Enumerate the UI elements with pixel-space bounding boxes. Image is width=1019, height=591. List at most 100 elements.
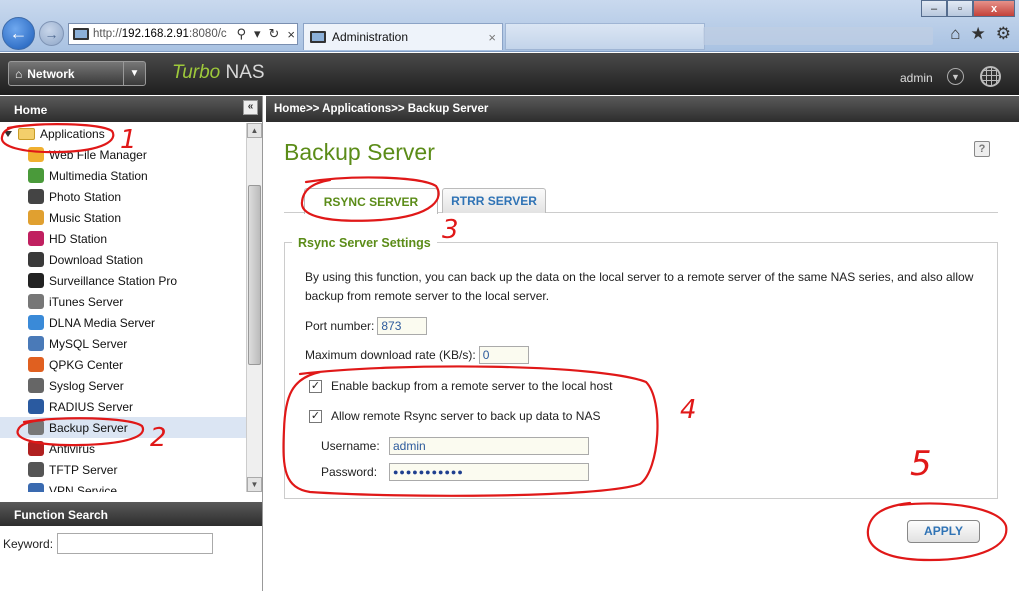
browser-tab-label: Administration <box>332 30 409 44</box>
url-prefix: http:// <box>93 28 122 40</box>
close-window-button[interactable]: x <box>973 0 1015 17</box>
scroll-up-icon[interactable]: ▲ <box>247 123 262 138</box>
sidebar-item-surveillance-station-pro[interactable]: Surveillance Station Pro <box>0 270 246 291</box>
maximize-button[interactable]: ▫ <box>947 0 973 17</box>
sidebar-item-syslog-server[interactable]: Syslog Server <box>0 375 246 396</box>
qpkg-icon <box>28 357 44 372</box>
multimedia-icon <box>28 168 44 183</box>
sidebar-item-label: Music Station <box>49 210 122 225</box>
scroll-thumb[interactable] <box>248 185 261 365</box>
sidebar-item-itunes-server[interactable]: iTunes Server <box>0 291 246 312</box>
page-title: Backup Server <box>284 139 435 165</box>
camera-icon <box>28 273 44 288</box>
tree-item-applications[interactable]: Applications <box>0 123 246 144</box>
backup-icon <box>28 420 44 435</box>
password-label: Password: <box>321 465 378 479</box>
sidebar-item-multimedia-station[interactable]: Multimedia Station <box>0 165 246 186</box>
apple-icon <box>28 294 44 309</box>
navigation-tree: Applications Web File Manager Multimedia … <box>0 123 246 492</box>
sidebar-item-download-station[interactable]: Download Station <box>0 249 246 270</box>
scroll-down-icon[interactable]: ▼ <box>247 477 262 492</box>
sidebar-item-antivirus[interactable]: Antivirus <box>0 438 246 459</box>
chevron-down-icon[interactable]: ▼ <box>123 62 145 85</box>
sidebar-item-label: MySQL Server <box>49 336 128 351</box>
sidebar-item-label: iTunes Server <box>49 294 124 309</box>
address-bar[interactable]: http://192.168.2.91:8080/c ⚲ ▾ ↻ × <box>68 23 298 45</box>
password-input[interactable]: ●●●●●●●●●●● <box>389 463 589 481</box>
sidebar-item-mysql-server[interactable]: MySQL Server <box>0 333 246 354</box>
sidebar-item-label: TFTP Server <box>49 462 118 477</box>
tab-rtrr-server[interactable]: RTRR SERVER <box>442 188 546 213</box>
sidebar-item-music-station[interactable]: Music Station <box>0 207 246 228</box>
refresh-icon[interactable]: ↻ <box>267 26 282 42</box>
help-icon[interactable]: ? <box>974 141 990 157</box>
settings-description: By using this function, you can back up … <box>305 270 974 303</box>
keyword-input[interactable] <box>57 533 214 554</box>
radius-icon <box>28 399 44 414</box>
hd-icon <box>28 231 44 246</box>
collapse-sidebar-icon[interactable]: « <box>243 100 258 115</box>
apply-button[interactable]: APPLY <box>907 520 980 543</box>
sidebar-item-radius-server[interactable]: RADIUS Server <box>0 396 246 417</box>
tab-rsync-server[interactable]: RSYNC SERVER <box>304 188 438 214</box>
expand-triangle-icon[interactable] <box>4 130 12 137</box>
settings-gear-icon[interactable]: ⚙ <box>996 24 1011 44</box>
settings-section-title: Rsync Server Settings <box>292 236 437 250</box>
port-label: Port number: <box>305 319 375 333</box>
sidebar-item-label: Multimedia Station <box>49 168 148 183</box>
minimize-button[interactable]: – <box>921 0 947 17</box>
sidebar: Home « Applications Web File Manager Mult… <box>0 96 263 591</box>
folder-icon <box>28 147 44 162</box>
sidebar-item-label: Photo Station <box>49 189 122 204</box>
product-name-text: NAS <box>225 62 265 83</box>
network-menu-button[interactable]: ⌂ Network ▼ <box>8 61 146 86</box>
main-panel: Home>> Applications>> Backup Server Back… <box>266 96 1019 591</box>
enable-backup-checkbox[interactable]: ✓ <box>309 379 322 393</box>
back-arrow-icon: ← <box>9 23 28 43</box>
max-download-rate-input[interactable]: 0 <box>478 346 529 364</box>
sidebar-item-dlna-media-server[interactable]: DLNA Media Server <box>0 312 246 333</box>
breadcrumb: Home>> Applications>> Backup Server <box>266 96 1019 122</box>
user-name: admin <box>900 71 933 85</box>
allow-remote-row: ✓ Allow remote Rsync server to back up d… <box>309 409 600 423</box>
sidebar-item-vpn-service[interactable]: VPN Service <box>0 480 246 492</box>
url-text[interactable]: http://192.168.2.91:8080/c <box>93 28 230 40</box>
sidebar-item-label: RADIUS Server <box>49 399 134 414</box>
sidebar-item-label: Antivirus <box>49 441 96 456</box>
browser-chrome: ← → http://192.168.2.91:8080/c ⚲ ▾ ↻ × A… <box>0 0 1019 52</box>
dropdown-icon[interactable]: ▾ <box>252 26 263 42</box>
browser-tab-administration[interactable]: Administration × <box>303 23 503 50</box>
language-globe-icon[interactable] <box>980 66 1001 87</box>
sidebar-item-hd-station[interactable]: HD Station <box>0 228 246 249</box>
port-number-input[interactable]: 873 <box>377 317 428 335</box>
product-logo: Turbo NAS <box>172 62 265 84</box>
sidebar-item-photo-station[interactable]: Photo Station <box>0 186 246 207</box>
sidebar-title: Home <box>14 103 48 117</box>
forward-button[interactable]: → <box>39 21 64 46</box>
sidebar-item-tftp-server[interactable]: TFTP Server <box>0 459 246 480</box>
sidebar-item-qpkg-center[interactable]: QPKG Center <box>0 354 246 375</box>
search-icon[interactable]: ⚲ <box>234 26 248 42</box>
favorites-icon[interactable]: ★ <box>971 24 986 44</box>
sidebar-item-backup-server[interactable]: Backup Server <box>0 417 246 438</box>
allow-remote-rsync-checkbox[interactable]: ✓ <box>309 409 322 423</box>
enable-backup-row: ✓ Enable backup from a remote server to … <box>309 379 612 393</box>
music-icon <box>28 210 44 225</box>
back-button[interactable]: ← <box>2 17 35 50</box>
new-tab-button[interactable] <box>505 23 705 50</box>
username-input[interactable]: admin <box>389 437 589 455</box>
forward-arrow-icon: → <box>44 25 59 42</box>
home-icon[interactable]: ⌂ <box>950 24 960 44</box>
sidebar-item-label: Surveillance Station Pro <box>49 273 178 288</box>
sidebar-scrollbar[interactable]: ▲ ▼ <box>246 123 262 492</box>
sidebar-item-label: Download Station <box>49 252 144 267</box>
product-accent: Turbo <box>172 62 221 83</box>
enable-backup-label: Enable backup from a remote server to th… <box>331 379 613 393</box>
page-icon <box>73 28 89 40</box>
sidebar-item-web-file-manager[interactable]: Web File Manager <box>0 144 246 165</box>
user-menu-chevron-icon[interactable]: ▼ <box>947 68 964 85</box>
tab-close-icon[interactable]: × <box>488 30 502 45</box>
download-icon <box>28 252 44 267</box>
stop-icon[interactable]: × <box>285 27 297 42</box>
sidebar-item-label: Syslog Server <box>49 378 124 393</box>
